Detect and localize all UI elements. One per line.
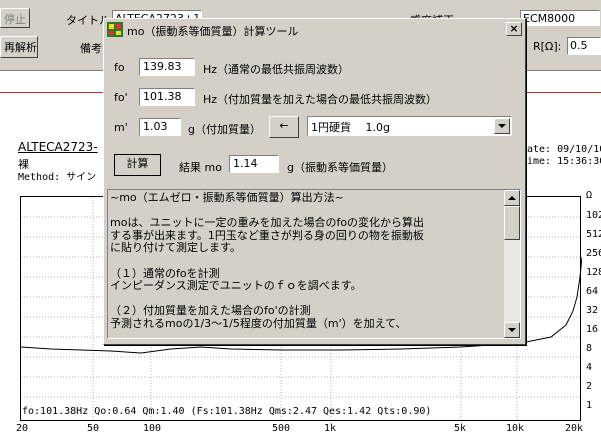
y-tick: 4 — [586, 362, 593, 373]
stop-button[interactable]: 停止 — [0, 8, 30, 28]
y-tick: 32 — [586, 305, 599, 316]
y-tick: 64 — [586, 286, 599, 297]
close-icon: × — [509, 22, 519, 35]
fo2-note: Hz（付加質量を加えた場合の最低共振周波数） — [203, 93, 438, 106]
y-tick: 2 — [586, 381, 593, 392]
m2-input[interactable]: 1.03 — [139, 118, 181, 136]
help-textarea[interactable]: ~mo（エムゼロ・振動系等価質量）算出方法~ moは、ユニットに一定の重みを加え… — [107, 189, 521, 339]
help-line: 予測されるmoの1/3～1/5程度の付加質量（m'）を加えて、 — [110, 316, 407, 330]
result-label: 結果 mo — [179, 161, 222, 174]
report-date: ate: 09/10/10 — [527, 144, 601, 155]
calculate-button[interactable]: 計算 — [114, 154, 161, 176]
fo-label: fo — [114, 61, 125, 74]
help-line: ~mo（エムゼロ・振動系等価質量）算出方法~ — [110, 191, 344, 204]
x-tick: 20 — [16, 423, 29, 434]
fo-input[interactable]: 139.83 — [139, 58, 195, 76]
m2-label: m' — [114, 121, 128, 134]
help-text: ~mo（エムゼロ・振動系等価質量）算出方法~ moは、ユニットに一定の重みを加え… — [110, 191, 502, 331]
help-line — [110, 255, 502, 268]
x-tick: 10k — [506, 423, 525, 434]
notes-label: 備考 — [80, 42, 102, 55]
scroll-down-button[interactable] — [504, 322, 520, 338]
dialog-titlebar[interactable]: mo（振動系等価質量）計算ツール × — [105, 20, 524, 39]
chevron-down-icon — [508, 328, 516, 332]
report-method: Method: サイン — [18, 172, 97, 183]
preset-selected: 1円硬貨 1.0g — [311, 121, 390, 134]
x-tick: 20k — [565, 423, 584, 434]
y-tick: 8 — [586, 343, 593, 354]
close-button[interactable]: × — [506, 22, 522, 36]
y-tick: 256 — [586, 248, 601, 259]
reanalyze-button[interactable]: 再解析 — [0, 36, 38, 58]
scroll-up-button[interactable] — [504, 190, 520, 206]
dialog-title: mo（振動系等価質量）計算ツール — [127, 25, 299, 38]
y-tick: 512 — [586, 229, 601, 240]
y-unit: Ω — [586, 190, 593, 201]
fo2-label: fo' — [114, 91, 128, 104]
m2-note: g（付加質量） — [188, 123, 261, 136]
report-time: ime: 15:36:30 — [527, 156, 601, 167]
x-tick: 500 — [272, 423, 291, 434]
help-line: インピーダンス測定でユニットのｆｏを調べます。 — [110, 279, 362, 293]
mo-calculator-dialog: mo（振動系等価質量）計算ツール × fo 139.83 Hz（通常の最低共振周… — [103, 18, 526, 345]
x-tick: 1k — [324, 423, 337, 434]
chevron-down-icon[interactable] — [494, 118, 510, 134]
scroll-thumb[interactable] — [504, 206, 520, 240]
arrow-left-icon: ← — [279, 119, 289, 132]
fo-note: Hz（通常の最低共振周波数） — [203, 63, 350, 76]
report-name: ALTECA2723- — [18, 140, 98, 154]
copy-preset-button[interactable]: ← — [269, 116, 299, 138]
result-output: 1.14 — [229, 155, 279, 173]
result-note: g（振動系等価質量） — [287, 161, 393, 174]
plot-summary: fo:101.38Hz Qo:0.64 Qm:1.40 (Fs:101.38Hz… — [22, 406, 432, 417]
x-tick: 5k — [454, 423, 467, 434]
help-scrollbar[interactable] — [504, 190, 520, 338]
device-field[interactable]: ECM8000 — [520, 10, 600, 26]
fo2-input[interactable]: 101.38 — [139, 88, 195, 106]
help-line: に貼り付けて測定します。 — [110, 241, 241, 255]
y-tick: 16 — [586, 324, 599, 335]
help-line: moは、ユニットに一定の重みを加えた場合のfoの変化から算出 — [110, 216, 425, 230]
chevron-up-icon — [508, 196, 516, 200]
resistance-label: R[Ω]: — [533, 40, 562, 53]
x-tick: 100 — [143, 423, 162, 434]
app-icon — [107, 22, 123, 37]
resistance-field[interactable]: 0.5 — [567, 37, 601, 55]
x-tick: 50 — [87, 423, 100, 434]
y-tick: 1 — [586, 400, 593, 411]
y-tick: 128 — [586, 267, 601, 278]
preset-select[interactable]: 1円硬貨 1.0g — [307, 116, 512, 136]
y-tick: 102 — [586, 210, 601, 221]
